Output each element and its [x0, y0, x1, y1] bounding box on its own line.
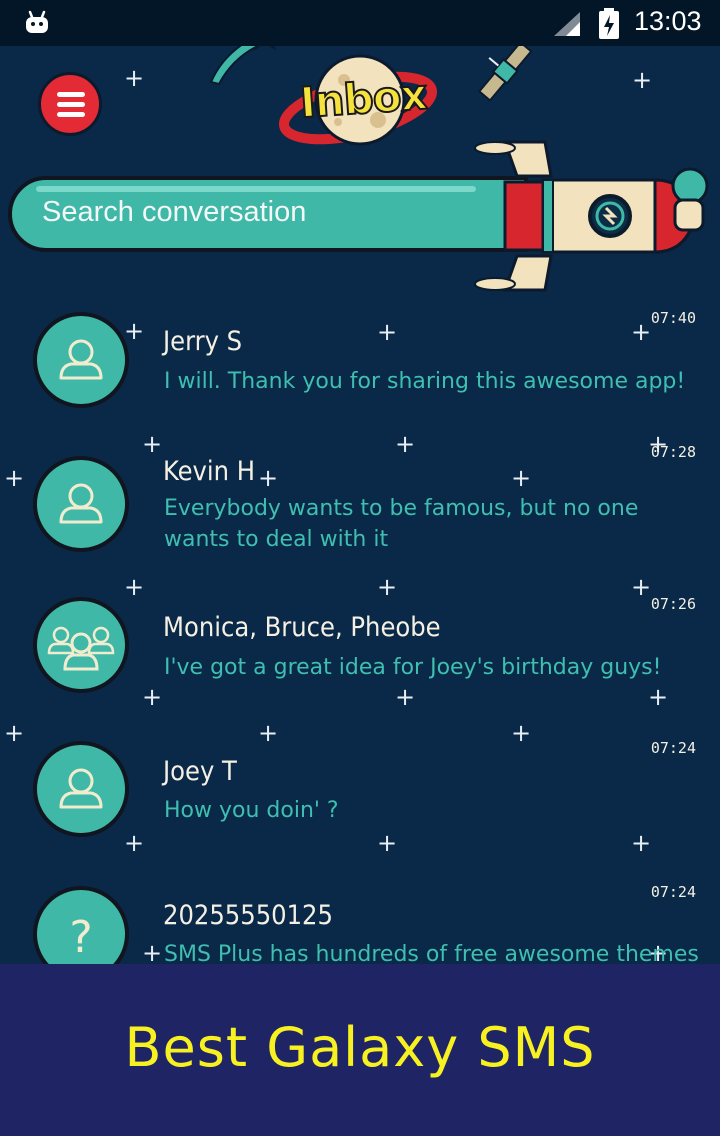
hamburger-menu-icon-bar [57, 112, 85, 117]
avatar [33, 741, 129, 837]
signal-icon [552, 10, 582, 42]
svg-text:?: ? [69, 912, 92, 963]
message-time: 07:40 [650, 309, 696, 327]
hamburger-menu-icon-bar [57, 102, 85, 107]
battery-charging-icon [598, 8, 620, 44]
inbox-title: Inbox [297, 69, 429, 129]
search-placeholder: Search conversation [42, 196, 307, 228]
list-item[interactable]: Kevin H Everybody wants to be famous, bu… [0, 442, 720, 572]
status-time: 13:03 [634, 6, 702, 36]
star-decoration-icon: + [632, 66, 653, 94]
status-bar: 13:03 [0, 0, 720, 46]
contact-name: Monica, Bruce, Pheobe [163, 612, 441, 643]
search-highlight [36, 186, 476, 192]
banner-title: Best Galaxy SMS [124, 1016, 596, 1079]
android-icon [24, 9, 50, 39]
avatar [33, 597, 129, 693]
message-time: 07:24 [650, 883, 696, 901]
message-time: 07:28 [650, 443, 696, 461]
group-icon [47, 626, 115, 671]
list-item[interactable]: Joey T How you doin' ? 07:24 [0, 736, 720, 856]
shooting-star-icon [209, 46, 276, 86]
contact-name: Jerry S [163, 326, 243, 357]
message-preview: How you doin' ? [164, 798, 339, 823]
list-item[interactable]: Jerry S I will. Thank you for sharing th… [0, 304, 720, 424]
contact-name: Joey T [163, 756, 237, 787]
hamburger-menu-icon [57, 92, 85, 97]
message-preview: I've got a great idea for Joey's birthda… [164, 655, 662, 680]
avatar [33, 312, 129, 408]
message-preview: Everybody wants to be famous, but no one… [164, 496, 639, 552]
message-preview: SMS Plus has hundreds of free awesome th… [164, 942, 699, 964]
person-icon [59, 483, 103, 524]
list-item[interactable]: Monica, Bruce, Pheobe I've got a great i… [0, 592, 720, 712]
rocket-icon [474, 140, 709, 292]
contact-name: Kevin H [163, 456, 256, 487]
contact-name: 20255550125 [163, 900, 333, 931]
message-time: 07:24 [650, 739, 696, 757]
avatar: ? [33, 886, 129, 964]
menu-button[interactable] [38, 72, 102, 136]
star-decoration-icon: + [124, 64, 145, 92]
avatar [33, 456, 129, 552]
satellite-icon [477, 46, 533, 102]
search-input[interactable]: Search conversation [8, 176, 528, 252]
unknown-contact-icon: ? [69, 912, 92, 963]
person-icon [59, 339, 103, 380]
list-item[interactable]: ? 20255550125 SMS Plus has hundreds of f… [0, 880, 720, 964]
message-time: 07:26 [650, 595, 696, 613]
person-icon [59, 768, 103, 809]
message-preview: I will. Thank you for sharing this aweso… [164, 369, 686, 394]
promo-banner: Best Galaxy SMS [0, 964, 720, 1136]
inbox-screen: + + + + + + + + + + + + + + + + + + + + … [0, 46, 720, 964]
